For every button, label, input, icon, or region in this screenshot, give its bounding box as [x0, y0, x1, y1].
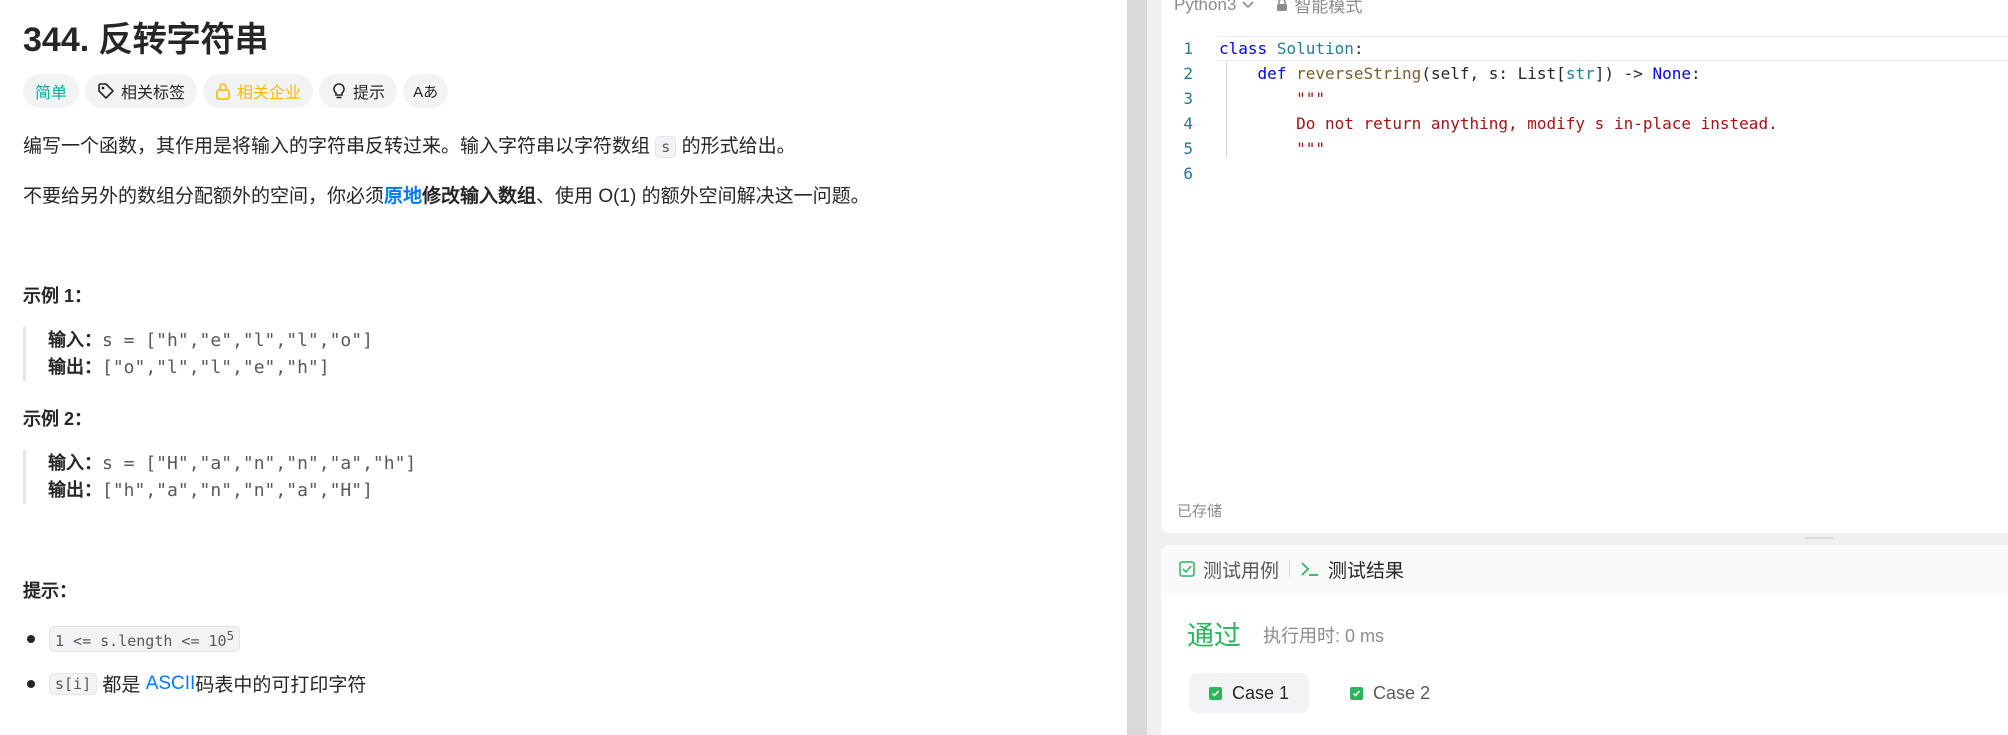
code-text: class Solution: [1219, 39, 1364, 58]
panel-gap [1147, 0, 1161, 735]
check-icon [1350, 686, 1363, 700]
translate-icon: Aあ [413, 83, 439, 101]
results-tab-bar: 测试用例 测试结果 [1161, 545, 2008, 593]
lightbulb-icon [333, 83, 345, 99]
constraint-item-1: 1 <= s.length <= 105 [23, 626, 241, 652]
terminal-icon [1301, 562, 1319, 576]
example-1-block: 输入：s = ["h","e","l","l","o"] 输出：["o","l"… [23, 327, 373, 381]
inline-code: s [655, 136, 677, 158]
desc2-text: 不要给另外的数组分配额外的空间，你必须 [23, 186, 385, 207]
code-text: def reverseString(self, s: List[str]) ->… [1257, 64, 1701, 83]
vertical-resize-handle[interactable] [1805, 537, 1833, 539]
line-number: 4 [1183, 114, 1193, 133]
related-tags-label: 相关标签 [121, 85, 186, 102]
difficulty-label: 简单 [35, 85, 68, 102]
example-input: s = ["h","e","l","l","o"] [102, 330, 373, 351]
line-number: 1 [1183, 39, 1193, 58]
panel-resize-handle[interactable] [1127, 0, 1147, 735]
line-number: 6 [1183, 164, 1193, 183]
bullet-dot [27, 679, 35, 688]
desc2-text-after: 、使用 O(1) 的额外空间解决这一问题。 [536, 186, 870, 207]
output-label: 输出： [48, 480, 102, 500]
tab-test-result[interactable]: 测试结果 [1300, 556, 1404, 583]
desc1-text-after: 的形式给出。 [676, 136, 796, 157]
constraint-text: 都是 [97, 675, 146, 696]
description-paragraph-2: 不要给另外的数组分配额外的空间，你必须原地修改输入数组、使用 O(1) 的额外空… [23, 181, 870, 208]
output-label: 输出： [48, 357, 102, 377]
tag-icon [98, 83, 114, 99]
smart-mode-toggle[interactable]: 智能模式 [1276, 0, 1362, 17]
constraint-exponent: 5 [226, 628, 235, 643]
description-paragraph-1: 编写一个函数，其作用是将输入的字符串反转过来。输入字符串以字符数组 s 的形式给… [23, 131, 796, 158]
code-text: """ [1219, 139, 1325, 158]
line-number: 5 [1183, 139, 1193, 158]
desc1-text: 编写一个函数，其作用是将输入的字符串反转过来。输入字符串以字符数组 [23, 136, 656, 157]
code-line[interactable]: 4 Do not return anything, modify s in-pl… [1161, 111, 2008, 136]
saved-status: 已存储 [1177, 503, 1223, 520]
code-line[interactable]: 5 """ [1161, 136, 2008, 161]
example-output: ["h","a","n","n","a","H"] [102, 480, 373, 501]
desc2-bold: 修改输入数组 [422, 186, 537, 207]
hint-button[interactable]: 提示 [319, 74, 398, 108]
constraint-code: 1 <= s.length <= 105 [49, 626, 241, 652]
language-label: Python3 [1174, 0, 1237, 14]
lock-icon [216, 83, 230, 100]
tag-bar: 简单 相关标签 相关企业 提示 Aあ [23, 74, 449, 108]
code-line[interactable]: 1 class Solution: [1161, 36, 2008, 61]
constraint-code: s[i] [49, 672, 98, 695]
bullet-dot [27, 635, 35, 643]
code-lines[interactable]: 1 class Solution: 2 def reverseString(sel… [1161, 36, 2008, 186]
code-line[interactable]: 2 def reverseString(self, s: List[str]) … [1161, 61, 2008, 86]
tab-testcase-label: 测试用例 [1203, 560, 1280, 582]
related-tags-button[interactable]: 相关标签 [85, 74, 198, 108]
hint-label: 提示 [353, 85, 386, 102]
example-output: ["o","l","l","e","h"] [102, 357, 330, 378]
result-status: 通过 [1187, 621, 1241, 651]
example-2-heading: 示例 2： [23, 409, 93, 429]
case-tab-2[interactable]: Case 2 [1330, 673, 1450, 713]
constraint-code-text: 1 <= s.length <= 10 [55, 632, 227, 650]
related-companies-button[interactable]: 相关企业 [203, 74, 314, 108]
check-icon [1209, 686, 1222, 700]
mode-label: 智能模式 [1294, 0, 1363, 16]
problem-title: 344. 反转字符串 [23, 21, 269, 59]
description-panel: 344. 反转字符串 简单 相关标签 相关企业 提示 Aあ 编写一个函数，其作用… [0, 0, 1127, 735]
input-label: 输入： [48, 453, 102, 473]
language-select[interactable]: Python3 [1174, 0, 1254, 15]
case-label: Case 2 [1373, 682, 1431, 703]
ascii-link[interactable]: ASCII [146, 673, 196, 695]
code-line[interactable]: 3 """ [1161, 86, 2008, 111]
line-number: 3 [1183, 89, 1193, 108]
input-label: 输入： [48, 330, 102, 350]
related-companies-label: 相关企业 [237, 85, 302, 102]
editor-toolbar: Python3 智能模式 [1174, 0, 1362, 17]
example-1-heading: 示例 1： [23, 286, 93, 306]
lock-icon [1277, 0, 1288, 11]
constraint-item-2: s[i] 都是 ASCII 码表中的可打印字符 [23, 670, 366, 697]
code-line[interactable]: 6 [1161, 161, 2008, 186]
example-input: s = ["H","a","n","n","a","h"] [102, 453, 417, 474]
code-text: """ [1219, 89, 1325, 108]
case-tab-1[interactable]: Case 1 [1189, 673, 1310, 713]
difficulty-badge: 简单 [23, 74, 80, 108]
constraint-text-after: 码表中的可打印字符 [195, 675, 367, 696]
code-text: Do not return anything, modify s in-plac… [1219, 114, 1778, 133]
runtime-label: 执行用时: 0 ms [1263, 626, 1385, 646]
translate-button[interactable]: Aあ [403, 74, 449, 108]
tab-testcase[interactable]: 测试用例 [1179, 556, 1279, 583]
checkbox-icon [1179, 561, 1195, 577]
constraints-heading: 提示： [23, 581, 77, 601]
in-place-link[interactable]: 原地 [384, 186, 422, 207]
tab-test-result-label: 测试结果 [1328, 560, 1405, 582]
case-label: Case 1 [1232, 682, 1290, 703]
tab-divider [1289, 561, 1291, 577]
example-2-block: 输入：s = ["H","a","n","n","a","h"] 输出：["h"… [23, 450, 416, 504]
line-number: 2 [1183, 64, 1193, 83]
chevron-down-icon [1242, 0, 1254, 8]
